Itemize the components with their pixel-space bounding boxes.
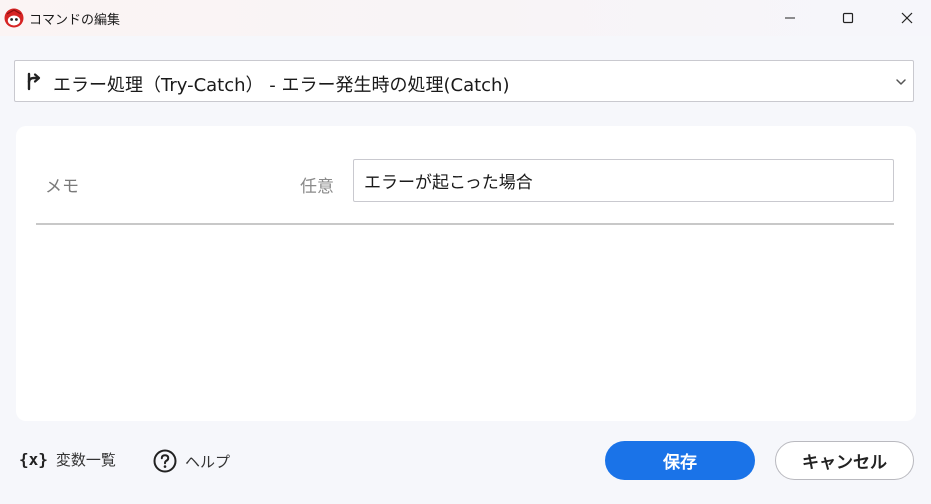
memo-input[interactable] (353, 159, 894, 202)
maximize-button[interactable] (825, 0, 871, 36)
variables-list-link[interactable]: {x} 変数一覧 (19, 449, 116, 470)
settings-card: メモ 任意 (16, 126, 916, 421)
help-circle-icon (153, 449, 177, 473)
cancel-button[interactable]: キャンセル (775, 441, 914, 480)
help-link[interactable]: ヘルプ (153, 449, 230, 473)
window-title: コマンドの編集 (29, 13, 121, 28)
command-select-value: エラー処理（Try-Catch） - エラー発生時の処理(Catch) (53, 75, 510, 96)
memo-label: メモ (45, 177, 79, 197)
divider (36, 223, 894, 225)
command-select[interactable]: エラー処理（Try-Catch） - エラー発生時の処理(Catch) (14, 60, 914, 102)
minimize-button[interactable] (767, 0, 813, 36)
app-logo-icon (4, 8, 24, 28)
minimize-icon (785, 17, 795, 19)
variable-icon: {x} (19, 450, 48, 469)
close-icon (901, 12, 913, 24)
variables-list-label: 変数一覧 (55, 451, 116, 469)
branch-arrow-icon (27, 72, 41, 91)
maximize-icon (842, 12, 854, 24)
chevron-down-icon[interactable] (894, 76, 908, 88)
close-button[interactable] (884, 0, 930, 36)
help-label: ヘルプ (185, 452, 231, 471)
title-bar: コマンドの編集 (0, 0, 931, 36)
optional-label: 任意 (300, 177, 334, 197)
save-button[interactable]: 保存 (605, 441, 755, 480)
